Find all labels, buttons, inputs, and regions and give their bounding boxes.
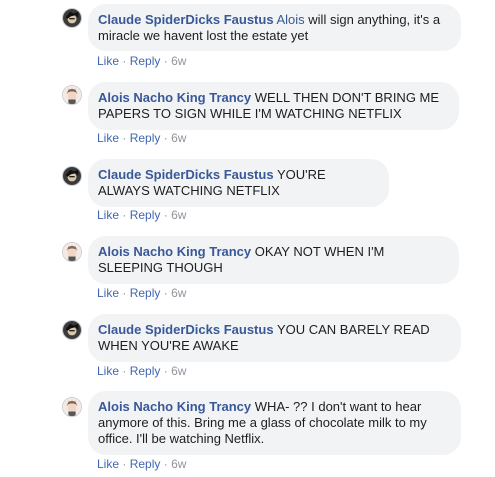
comment-actions: Like · Reply · 6w bbox=[97, 208, 186, 222]
comment-author[interactable]: Claude SpiderDicks Faustus bbox=[98, 322, 274, 337]
comment-timestamp[interactable]: 6w bbox=[171, 131, 186, 145]
separator: · bbox=[122, 54, 130, 68]
comment-author[interactable]: Claude SpiderDicks Faustus bbox=[98, 12, 274, 27]
separator: · bbox=[163, 131, 172, 145]
reply-link[interactable]: Reply bbox=[130, 208, 161, 222]
reply-link[interactable]: Reply bbox=[130, 131, 161, 145]
claude-avatar-icon[interactable] bbox=[62, 320, 82, 340]
separator: · bbox=[122, 131, 130, 145]
alois-avatar-icon[interactable] bbox=[62, 85, 82, 105]
reply-link[interactable]: Reply bbox=[130, 364, 161, 378]
comment-mention[interactable]: Alois bbox=[276, 12, 304, 27]
alois-avatar-icon[interactable] bbox=[62, 242, 82, 262]
comment-actions: Like · Reply · 6w bbox=[97, 54, 186, 68]
comment-author[interactable]: Alois Nacho King Trancy bbox=[98, 244, 251, 259]
separator: · bbox=[163, 208, 172, 222]
comment-timestamp[interactable]: 6w bbox=[171, 208, 186, 222]
like-link[interactable]: Like bbox=[97, 286, 119, 300]
comment-bubble: Claude SpiderDicks Faustus YOU CAN BAREL… bbox=[88, 314, 461, 362]
like-link[interactable]: Like bbox=[97, 54, 119, 68]
comment-timestamp[interactable]: 6w bbox=[171, 54, 186, 68]
separator: · bbox=[163, 457, 172, 471]
comment-actions: Like · Reply · 6w bbox=[97, 131, 186, 145]
comment-actions: Like · Reply · 6w bbox=[97, 457, 186, 471]
comment-author[interactable]: Claude SpiderDicks Faustus bbox=[98, 167, 274, 182]
alois-avatar-icon[interactable] bbox=[62, 397, 82, 417]
separator: · bbox=[122, 364, 130, 378]
comment-bubble: Alois Nacho King Trancy OKAY NOT WHEN I'… bbox=[88, 236, 459, 284]
comment-timestamp[interactable]: 6w bbox=[171, 364, 186, 378]
like-link[interactable]: Like bbox=[97, 364, 119, 378]
comment-bubble: Alois Nacho King Trancy WELL THEN DON'T … bbox=[88, 82, 459, 130]
separator: · bbox=[163, 364, 172, 378]
reply-link[interactable]: Reply bbox=[130, 457, 161, 471]
comment-actions: Like · Reply · 6w bbox=[97, 286, 186, 300]
claude-avatar-icon[interactable] bbox=[62, 166, 82, 186]
comment-bubble: Claude SpiderDicks Faustus YOU'RE ALWAYS… bbox=[88, 159, 389, 207]
comment-author[interactable]: Alois Nacho King Trancy bbox=[98, 90, 251, 105]
separator: · bbox=[163, 54, 172, 68]
comment-timestamp[interactable]: 6w bbox=[171, 286, 186, 300]
comment-bubble: Alois Nacho King Trancy WHA- ?? I don't … bbox=[88, 391, 461, 455]
comment-thread: Claude SpiderDicks Faustus Alois will si… bbox=[0, 0, 495, 477]
comment-timestamp[interactable]: 6w bbox=[171, 457, 186, 471]
claude-avatar-icon[interactable] bbox=[62, 8, 82, 28]
like-link[interactable]: Like bbox=[97, 208, 119, 222]
separator: · bbox=[163, 286, 172, 300]
like-link[interactable]: Like bbox=[97, 457, 119, 471]
separator: · bbox=[122, 208, 130, 222]
reply-link[interactable]: Reply bbox=[130, 54, 161, 68]
comment-bubble: Claude SpiderDicks Faustus Alois will si… bbox=[88, 4, 461, 51]
reply-link[interactable]: Reply bbox=[130, 286, 161, 300]
separator: · bbox=[122, 457, 130, 471]
comment-author[interactable]: Alois Nacho King Trancy bbox=[98, 399, 251, 414]
comment-actions: Like · Reply · 6w bbox=[97, 364, 186, 378]
separator: · bbox=[122, 286, 130, 300]
like-link[interactable]: Like bbox=[97, 131, 119, 145]
